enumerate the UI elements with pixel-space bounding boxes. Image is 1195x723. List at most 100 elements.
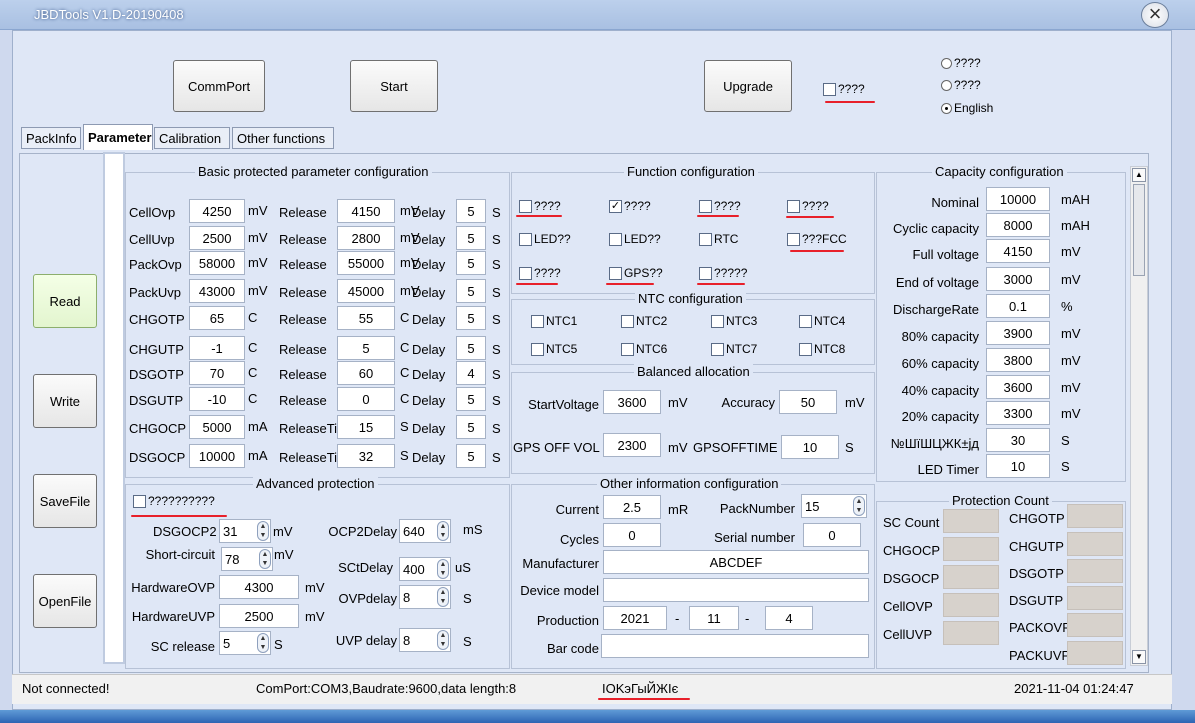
prod-month-input[interactable]: 11 <box>689 606 739 630</box>
basic-value-input[interactable]: -1 <box>189 336 245 360</box>
capacity-input[interactable]: 3600 <box>986 375 1050 399</box>
basic-release-input[interactable]: 5 <box>337 336 395 360</box>
capacity-input[interactable]: 10000 <box>986 187 1050 211</box>
prod-day-input[interactable]: 4 <box>765 606 813 630</box>
advanced-enable-checkbox[interactable]: ?????????? <box>133 494 215 508</box>
function-checkbox-9[interactable]: GPS?? <box>609 266 663 280</box>
ntc-checkbox-5[interactable]: NTC5 <box>531 342 577 356</box>
capacity-input[interactable]: 10 <box>986 454 1050 478</box>
dsgocp2-stepper[interactable]: 31 ▲ ▼ <box>219 519 271 543</box>
basic-release-input[interactable]: 32 <box>337 444 395 468</box>
start-button[interactable]: Start <box>350 60 438 112</box>
basic-delay-input[interactable]: 5 <box>456 387 486 411</box>
function-checkbox-10[interactable]: ????? <box>699 266 747 280</box>
basic-delay-input[interactable]: 5 <box>456 336 486 360</box>
basic-value-input[interactable]: 5000 <box>189 415 245 439</box>
ntc-checkbox-1[interactable]: NTC1 <box>531 314 577 328</box>
function-checkbox-7[interactable]: ???FCC <box>787 232 847 246</box>
function-checkbox-3[interactable]: ???? <box>787 199 829 213</box>
basic-delay-input[interactable]: 5 <box>456 415 486 439</box>
ovp-delay-stepper[interactable]: 8 ▲ ▼ <box>399 585 451 609</box>
basic-release-input[interactable]: 2800 <box>337 226 395 250</box>
language-radio-1[interactable]: ???? <box>941 78 981 92</box>
close-icon[interactable]: × <box>1141 2 1169 28</box>
sc-release-stepper[interactable]: 5 ▲ ▼ <box>219 631 271 655</box>
upgrade-checkbox[interactable]: ???? <box>823 82 865 96</box>
read-button[interactable]: Read <box>33 274 97 328</box>
uvp-delay-stepper[interactable]: 8 ▲ ▼ <box>399 628 451 652</box>
ntc-checkbox-7[interactable]: NTC7 <box>711 342 757 356</box>
device-model-input[interactable] <box>603 578 869 602</box>
ntc-checkbox-6[interactable]: NTC6 <box>621 342 667 356</box>
ocp2-delay-stepper[interactable]: 640 ▲ ▼ <box>399 519 451 543</box>
capacity-input[interactable]: 4150 <box>986 239 1050 263</box>
start-voltage-input[interactable]: 3600 <box>603 390 661 414</box>
basic-value-input[interactable]: -10 <box>189 387 245 411</box>
function-checkbox-8[interactable]: ???? <box>519 266 561 280</box>
basic-release-input[interactable]: 0 <box>337 387 395 411</box>
basic-value-input[interactable]: 43000 <box>189 279 245 303</box>
scrollbar[interactable]: ▲ ▼ <box>1130 166 1148 666</box>
basic-delay-input[interactable]: 5 <box>456 444 486 468</box>
basic-release-input[interactable]: 15 <box>337 415 395 439</box>
ntc-checkbox-3[interactable]: NTC3 <box>711 314 757 328</box>
tab-packinfo[interactable]: PackInfo <box>21 127 81 149</box>
sct-delay-stepper[interactable]: 400 ▲ ▼ <box>399 557 451 581</box>
capacity-input[interactable]: 30 <box>986 428 1050 452</box>
gps-off-time-input[interactable]: 10 <box>781 435 839 459</box>
basic-delay-input[interactable]: 5 <box>456 199 486 223</box>
scroll-up-icon[interactable]: ▲ <box>1132 168 1146 182</box>
language-radio-0[interactable]: ???? <box>941 56 981 70</box>
capacity-input[interactable]: 3300 <box>986 401 1050 425</box>
hw-uvp-input[interactable]: 2500 <box>219 604 299 628</box>
write-button[interactable]: Write <box>33 374 97 428</box>
gps-off-vol-input[interactable]: 2300 <box>603 433 661 457</box>
openfile-button[interactable]: OpenFile <box>33 574 97 628</box>
capacity-input[interactable]: 3000 <box>986 267 1050 291</box>
scroll-down-icon[interactable]: ▼ <box>1132 650 1146 664</box>
capacity-input[interactable]: 0.1 <box>986 294 1050 318</box>
function-checkbox-1[interactable]: ✓???? <box>609 199 651 213</box>
basic-value-input[interactable]: 2500 <box>189 226 245 250</box>
basic-release-input[interactable]: 55 <box>337 306 395 330</box>
basic-delay-input[interactable]: 5 <box>456 306 486 330</box>
basic-delay-input[interactable]: 4 <box>456 361 486 385</box>
cycles-input[interactable]: 0 <box>603 523 661 547</box>
basic-delay-input[interactable]: 5 <box>456 279 486 303</box>
ntc-checkbox-8[interactable]: NTC8 <box>799 342 845 356</box>
accuracy-input[interactable]: 50 <box>779 390 837 414</box>
tab-other-functions[interactable]: Other functions <box>232 127 334 149</box>
upgrade-button[interactable]: Upgrade <box>704 60 792 112</box>
function-checkbox-5[interactable]: LED?? <box>609 232 661 246</box>
hw-ovp-input[interactable]: 4300 <box>219 575 299 599</box>
manufacturer-input[interactable]: ABCDEF <box>603 550 869 574</box>
current-input[interactable]: 2.5 <box>603 495 661 519</box>
ntc-checkbox-4[interactable]: NTC4 <box>799 314 845 328</box>
pack-number-stepper[interactable]: 15 ▲ ▼ <box>801 494 867 518</box>
function-checkbox-4[interactable]: LED?? <box>519 232 571 246</box>
savefile-button[interactable]: SaveFile <box>33 474 97 528</box>
basic-release-input[interactable]: 4150 <box>337 199 395 223</box>
basic-value-input[interactable]: 70 <box>189 361 245 385</box>
scroll-thumb[interactable] <box>1133 184 1145 276</box>
prod-year-input[interactable]: 2021 <box>603 606 667 630</box>
language-radio-2[interactable]: English <box>941 101 993 115</box>
capacity-input[interactable]: 3800 <box>986 348 1050 372</box>
ntc-checkbox-2[interactable]: NTC2 <box>621 314 667 328</box>
function-checkbox-6[interactable]: RTC <box>699 232 738 246</box>
basic-delay-input[interactable]: 5 <box>456 251 486 275</box>
tab-calibration[interactable]: Calibration <box>154 127 230 149</box>
basic-release-input[interactable]: 60 <box>337 361 395 385</box>
short-circuit-stepper[interactable]: 78 ▲ ▼ <box>221 547 273 571</box>
capacity-input[interactable]: 8000 <box>986 213 1050 237</box>
tab-parameter[interactable]: Parameter <box>83 124 153 150</box>
basic-delay-input[interactable]: 5 <box>456 226 486 250</box>
commport-button[interactable]: CommPort <box>173 60 265 112</box>
capacity-input[interactable]: 3900 <box>986 321 1050 345</box>
basic-value-input[interactable]: 4250 <box>189 199 245 223</box>
barcode-input[interactable] <box>601 634 869 658</box>
basic-value-input[interactable]: 65 <box>189 306 245 330</box>
function-checkbox-2[interactable]: ???? <box>699 199 741 213</box>
basic-release-input[interactable]: 45000 <box>337 279 395 303</box>
basic-value-input[interactable]: 10000 <box>189 444 245 468</box>
